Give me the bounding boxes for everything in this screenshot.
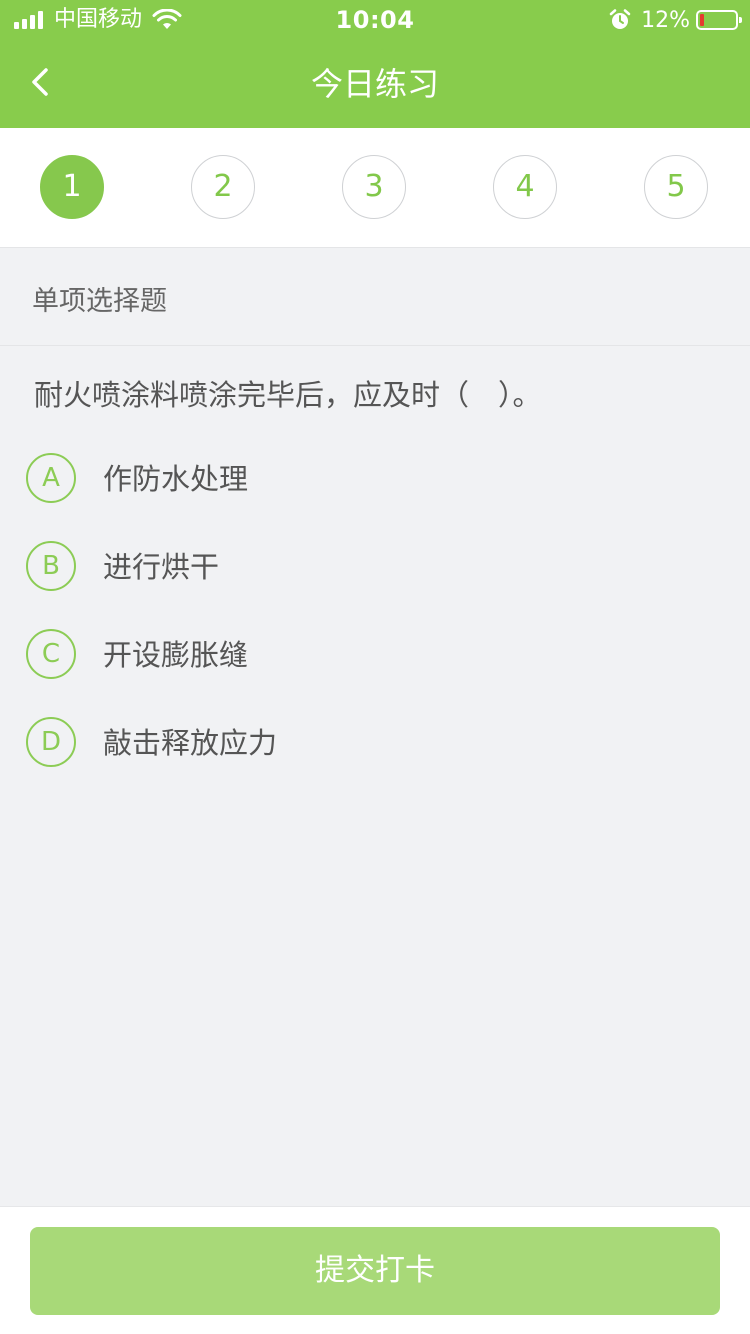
step-3[interactable]: 3 [342, 155, 406, 219]
submit-checkin-button[interactable]: 提交打卡 [30, 1227, 720, 1315]
option-letter: C [26, 629, 76, 679]
option-c[interactable]: C 开设膨胀缝 [26, 627, 726, 683]
option-letter: B [26, 541, 76, 591]
nav-bar: 今日练习 [0, 40, 750, 128]
step-2[interactable]: 2 [191, 155, 255, 219]
bottom-bar: 提交打卡 [0, 1206, 750, 1334]
option-letter: D [26, 717, 76, 767]
battery-level [700, 14, 704, 26]
option-b[interactable]: B 进行烘干 [26, 539, 726, 595]
option-letter: A [26, 453, 76, 503]
status-right: 12% [609, 6, 742, 34]
option-a[interactable]: A 作防水处理 [26, 451, 726, 507]
practice-page: 中国移动 10:04 12% 今日练习 1 2 3 4 5 单项选择题 耐火喷涂… [0, 0, 750, 1334]
step-1[interactable]: 1 [40, 155, 104, 219]
battery-icon [696, 10, 742, 30]
option-text: 作防水处理 [103, 462, 249, 496]
question-type-label: 单项选择题 [32, 286, 167, 317]
battery-percent: 12% [641, 7, 690, 33]
option-text: 进行烘干 [103, 550, 220, 584]
option-d[interactable]: D 敲击释放应力 [26, 715, 726, 771]
page-title: 今日练习 [310, 65, 439, 103]
option-text: 敲击释放应力 [103, 726, 278, 760]
step-4[interactable]: 4 [493, 155, 557, 219]
question-steps: 1 2 3 4 5 [0, 128, 750, 248]
step-5[interactable]: 5 [644, 155, 708, 219]
question-type-section: 单项选择题 [0, 248, 750, 346]
status-bar: 中国移动 10:04 12% [0, 0, 750, 40]
alarm-icon [609, 9, 631, 29]
option-text: 开设膨胀缝 [103, 638, 249, 672]
question-text: 耐火喷涂料喷涂完毕后，应及时（ ）。 [34, 378, 542, 412]
